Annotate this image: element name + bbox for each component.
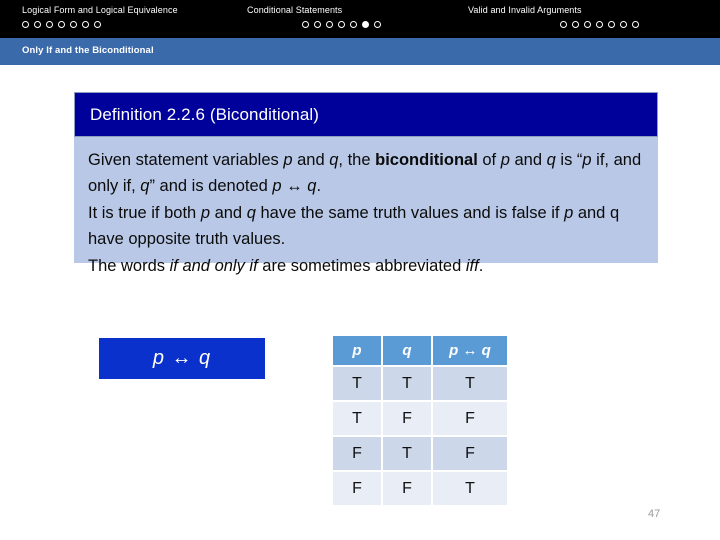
nav-group-conditional-statements[interactable]: Conditional Statements (247, 0, 381, 38)
nav-dot[interactable] (22, 21, 29, 28)
definition-paragraph-2: It is true if both p and q have the same… (88, 204, 620, 248)
definition-paragraph-3: The words if and only if are sometimes a… (88, 257, 484, 275)
nav-dots-logical-form (22, 16, 178, 28)
section-title: Only If and the Biconditional (22, 45, 154, 56)
truth-table: p q p ↔ q T T T T F F F T F F F T (331, 334, 509, 507)
nav-dot-active[interactable] (362, 21, 369, 28)
column-header-pq: p ↔ q (433, 336, 507, 365)
nav-dot[interactable] (58, 21, 65, 28)
nav-dot[interactable] (326, 21, 333, 28)
cell-p: T (333, 402, 381, 435)
nav-group-logical-form[interactable]: Logical Form and Logical Equivalence (22, 0, 178, 38)
cell-q: F (383, 402, 431, 435)
nav-dot[interactable] (46, 21, 53, 28)
table-row: T F F (333, 402, 507, 435)
nav-group-title: Conditional Statements (247, 5, 343, 15)
nav-dot[interactable] (34, 21, 41, 28)
definition-paragraph-1: Given statement variables p and q, the b… (88, 151, 642, 195)
nav-dot[interactable] (620, 21, 627, 28)
nav-dots-conditional-statements (247, 16, 381, 28)
nav-dot[interactable] (596, 21, 603, 28)
nav-dot[interactable] (374, 21, 381, 28)
nav-dot[interactable] (572, 21, 579, 28)
nav-dot[interactable] (560, 21, 567, 28)
cell-q: T (383, 437, 431, 470)
cell-q: T (383, 367, 431, 400)
table-row: F F T (333, 472, 507, 505)
nav-group-valid-invalid-arguments[interactable]: Valid and Invalid Arguments (468, 0, 639, 38)
column-header-p: p (333, 336, 381, 365)
definition-header: Definition 2.2.6 (Biconditional) (74, 92, 658, 137)
definition-box: Definition 2.2.6 (Biconditional) Given s… (74, 92, 658, 275)
table-row: T T T (333, 367, 507, 400)
cell-q: F (383, 472, 431, 505)
cell-p: T (333, 367, 381, 400)
nav-dot[interactable] (584, 21, 591, 28)
nav-dot[interactable] (350, 21, 357, 28)
nav-dot[interactable] (302, 21, 309, 28)
nav-dot[interactable] (70, 21, 77, 28)
definition-title: Definition 2.2.6 (Biconditional) (90, 104, 320, 124)
cell-pq: T (433, 367, 507, 400)
nav-dots-valid-invalid-arguments (468, 16, 639, 28)
nav-dot[interactable] (608, 21, 615, 28)
column-header-q: q (383, 336, 431, 365)
cell-p: F (333, 472, 381, 505)
table-header-row: p q p ↔ q (333, 336, 507, 365)
top-navigation-bar: Logical Form and Logical Equivalence Con… (0, 0, 720, 38)
nav-dot[interactable] (338, 21, 345, 28)
section-title-band: Only If and the Biconditional (0, 38, 720, 65)
cell-pq: T (433, 472, 507, 505)
nav-dot[interactable] (94, 21, 101, 28)
cell-pq: F (433, 437, 507, 470)
definition-body: Given statement variables p and q, the b… (74, 137, 658, 275)
page-number: 47 (648, 508, 661, 520)
nav-group-title: Logical Form and Logical Equivalence (22, 5, 178, 15)
nav-group-title: Valid and Invalid Arguments (468, 5, 582, 15)
formula-box: p ↔ q (99, 338, 265, 379)
nav-dot[interactable] (632, 21, 639, 28)
table-row: F T F (333, 437, 507, 470)
nav-dot[interactable] (82, 21, 89, 28)
formula-text: p ↔ q (152, 347, 212, 369)
cell-pq: F (433, 402, 507, 435)
nav-dot[interactable] (314, 21, 321, 28)
cell-p: F (333, 437, 381, 470)
